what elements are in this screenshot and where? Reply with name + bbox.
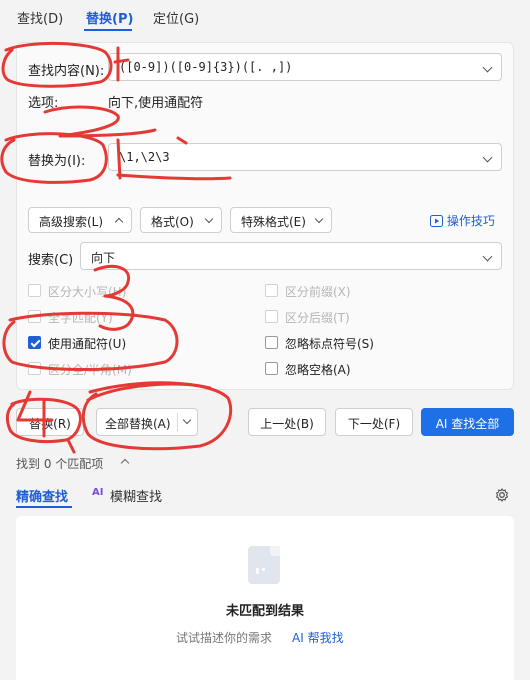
checkbox-box[interactable] <box>265 284 278 297</box>
tab-find[interactable]: 查找(D) <box>17 8 63 27</box>
chevron-up-icon <box>120 458 130 468</box>
find-value: ([0-9])([0-9]{3})([. ,]) <box>119 60 293 74</box>
video-play-icon <box>430 215 443 227</box>
previous-button[interactable]: 上一处(B) <box>248 408 326 436</box>
advanced-search-label: 高级搜索(L) <box>39 215 104 229</box>
chevron-down-icon <box>314 214 324 224</box>
format-label: 格式(O) <box>151 215 194 229</box>
match-count-label: 找到 0 个匹配项 <box>16 457 104 471</box>
replace-button[interactable]: 替换(R) <box>16 408 84 436</box>
tab-goto[interactable]: 定位(G) <box>153 8 199 27</box>
tab-fuzzy-search[interactable]: 模糊查找 <box>110 486 162 505</box>
replace-all-button[interactable]: 全部替换(A) <box>96 408 198 436</box>
search-direction-label: 搜索(C) <box>28 253 74 268</box>
ignore-punctuation-label: 忽略标点符号(S) <box>285 337 374 351</box>
full-half-width-label: 区分全/半角(M) <box>48 363 132 377</box>
tab-replace[interactable]: 替换(P) <box>86 8 133 27</box>
tab-exact-search[interactable]: 精确查找 <box>16 486 68 505</box>
empty-title: 未匹配到结果 <box>225 604 304 619</box>
chevron-down-icon[interactable] <box>482 62 493 73</box>
operation-tips-link[interactable]: 操作技巧 <box>430 212 495 229</box>
checkbox-box[interactable] <box>265 310 278 323</box>
options-label: 选项: <box>28 96 59 111</box>
checkbox-box[interactable] <box>28 362 41 375</box>
advanced-search-button[interactable]: 高级搜索(L) <box>28 207 132 233</box>
search-direction-select[interactable]: 向下 <box>80 242 502 270</box>
checkbox-box[interactable] <box>28 310 41 323</box>
replace-input[interactable]: \1,\2\3 <box>108 143 502 171</box>
chevron-down-icon[interactable] <box>482 152 493 163</box>
checkbox-box[interactable] <box>265 362 278 375</box>
chevron-down-icon[interactable] <box>182 415 192 425</box>
next-button[interactable]: 下一处(F) <box>335 408 413 436</box>
special-format-dropdown[interactable]: 特殊格式(E) <box>230 207 332 233</box>
replace-value: \1,\2\3 <box>119 150 170 164</box>
whole-word-label: 全字匹配(Y) <box>48 311 113 325</box>
replace-all-label: 全部替换(A) <box>105 417 171 431</box>
gear-icon[interactable] <box>495 488 509 502</box>
ai-find-all-button[interactable]: AI 查找全部 <box>421 408 514 436</box>
options-value: 向下,使用通配符 <box>108 96 204 111</box>
chevron-down-icon <box>482 251 493 262</box>
format-dropdown[interactable]: 格式(O) <box>140 207 222 233</box>
match-suffix-label: 区分后缀(T) <box>285 311 350 325</box>
match-count-toggle[interactable]: 找到 0 个匹配项 <box>16 455 130 472</box>
chevron-down-icon <box>204 214 214 224</box>
operation-tips-label: 操作技巧 <box>446 214 495 228</box>
match-case-label: 区分大小写(H) <box>48 285 127 299</box>
split-divider <box>177 413 178 431</box>
active-tab-indicator <box>84 29 132 31</box>
use-wildcards-label: 使用通配符(U) <box>48 337 127 351</box>
checkbox-box[interactable] <box>28 336 41 349</box>
ignore-spaces-label: 忽略空格(A) <box>285 363 351 377</box>
document-icon <box>248 546 280 584</box>
checkbox-box[interactable] <box>28 284 41 297</box>
find-label: 查找内容(N): <box>28 64 105 79</box>
ai-badge: AI <box>92 487 104 498</box>
chevron-up-icon <box>114 217 124 227</box>
active-mode-indicator <box>16 506 72 508</box>
replace-label: 替换为(I): <box>28 154 86 169</box>
results-panel: 未匹配到结果 试试描述你的需求 AI 帮我找 <box>16 516 514 680</box>
empty-hint: 试试描述你的需求 <box>176 631 273 645</box>
match-prefix-label: 区分前缀(X) <box>285 285 351 299</box>
ai-help-find-link[interactable]: AI 帮我找 <box>292 629 344 646</box>
search-direction-value: 向下 <box>91 251 116 265</box>
find-input[interactable]: ([0-9])([0-9]{3})([. ,]) <box>108 53 502 81</box>
special-format-label: 特殊格式(E) <box>241 215 306 229</box>
checkbox-box[interactable] <box>265 336 278 349</box>
